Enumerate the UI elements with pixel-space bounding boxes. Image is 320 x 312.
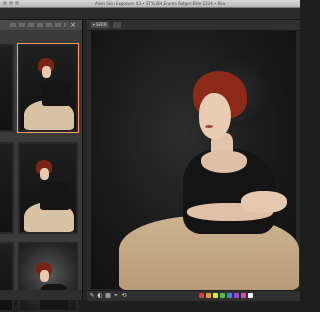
main-toolbar	[0, 8, 300, 20]
compare-button[interactable]	[113, 22, 121, 28]
window-titlebar: Alien Skin Exposure X3 • STYLISH Eruma R…	[0, 0, 300, 8]
photo-lips	[205, 125, 213, 128]
color-swatch[interactable]	[241, 293, 246, 298]
color-swatch[interactable]	[220, 293, 225, 298]
browser-bottom-toolbar	[0, 290, 82, 300]
close-window-button[interactable]	[3, 1, 7, 5]
window-title: Alien Skin Exposure X3 • STYLISH Eruma R…	[95, 1, 225, 6]
image-viewer: ▾ SERIF ✎ ◐ ▦ ⌖ ⟲	[87, 20, 300, 301]
viewer-toolbar: ▾ SERIF	[87, 20, 300, 31]
color-swatch[interactable]	[213, 293, 218, 298]
color-swatch[interactable]	[248, 293, 253, 298]
mask-tool-icon[interactable]: ◐	[97, 293, 103, 299]
browser-header: ×	[0, 20, 82, 30]
color-swatch[interactable]	[234, 293, 239, 298]
zoom-window-button[interactable]	[15, 1, 19, 5]
thumbnail[interactable]	[0, 142, 14, 234]
close-icon[interactable]: ×	[70, 22, 76, 29]
thumbnail[interactable]	[18, 242, 78, 312]
edit-tool-icon[interactable]: ✎	[89, 293, 95, 299]
photo-face	[199, 93, 231, 139]
grid-tool-icon[interactable]: ▦	[105, 293, 111, 299]
photo-hand	[241, 191, 287, 213]
thumbnail[interactable]	[0, 242, 14, 312]
thumbnail-selected[interactable]	[17, 43, 79, 133]
thumbnail[interactable]	[0, 44, 14, 132]
view-mode-dropdown[interactable]: ▾ SERIF	[91, 22, 109, 28]
main-photo	[91, 31, 299, 291]
color-swatch[interactable]	[206, 293, 211, 298]
browser-header-controls[interactable]	[10, 23, 66, 27]
thumbnail-browser: ×	[0, 20, 83, 312]
color-swatch[interactable]	[199, 293, 204, 298]
color-swatch[interactable]	[227, 293, 232, 298]
rotate-tool-icon[interactable]: ⟲	[121, 293, 127, 299]
photo-chest	[201, 151, 247, 173]
viewer-bottom-toolbar: ✎ ◐ ▦ ⌖ ⟲	[87, 290, 300, 301]
minimize-window-button[interactable]	[9, 1, 13, 5]
thumbnail[interactable]	[18, 142, 78, 234]
crop-tool-icon[interactable]: ⌖	[113, 293, 119, 299]
